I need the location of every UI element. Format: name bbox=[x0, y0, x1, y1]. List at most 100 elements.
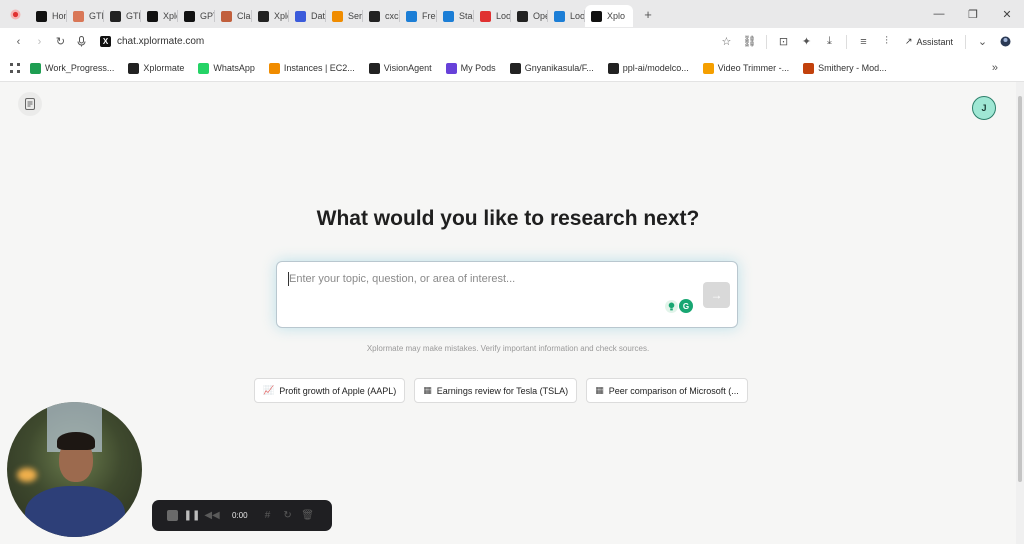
close-icon[interactable]: ✕ bbox=[990, 8, 1024, 21]
bookmark-item[interactable]: My Pods bbox=[445, 62, 496, 74]
browser-tab[interactable]: Clau bbox=[215, 5, 252, 27]
reading-list-icon[interactable]: ≡ bbox=[853, 31, 874, 52]
reload-icon[interactable]: ↻ bbox=[50, 31, 71, 52]
github-icon bbox=[369, 10, 380, 22]
stop-icon[interactable] bbox=[166, 510, 178, 522]
bookmarks-overflow-icon[interactable]: » bbox=[992, 62, 998, 74]
lightbulb-icon[interactable] bbox=[665, 300, 678, 313]
browser-tab[interactable]: Data bbox=[289, 5, 326, 27]
bookmark-item[interactable]: ppl-ai/modelco... bbox=[607, 62, 689, 74]
github-icon bbox=[509, 62, 521, 74]
tab-strip: Hom GTM GTM Xplo GPT Clau Xplo Data Serv cxcs Free… bbox=[0, 0, 1024, 28]
openai-icon bbox=[517, 10, 528, 22]
audio-wave-icon[interactable]: ⫶ bbox=[876, 31, 897, 52]
page-scrollbar[interactable] bbox=[1016, 82, 1024, 544]
bookmark-item[interactable]: Gnyanikasula/F... bbox=[509, 62, 594, 74]
suggestion-chip[interactable]: ▦ Peer comparison of Microsoft (... bbox=[586, 378, 748, 403]
bookmark-item[interactable]: Xplormate bbox=[128, 62, 184, 74]
browser-tab[interactable]: Loon bbox=[548, 5, 585, 27]
extensions-icon[interactable]: ✦ bbox=[796, 31, 817, 52]
table-icon: ▦ bbox=[423, 385, 432, 395]
browser-tab-label: Free bbox=[422, 11, 437, 21]
url-bar[interactable]: X chat.xplormate.com bbox=[100, 31, 740, 53]
browser-tab[interactable]: Xplo bbox=[141, 5, 178, 27]
download-icon[interactable]: ⤓ bbox=[819, 31, 840, 52]
assistant-button[interactable]: ↗ Assistant bbox=[899, 36, 959, 47]
claude-icon bbox=[221, 10, 232, 22]
minimize-icon[interactable]: — bbox=[922, 8, 956, 20]
gear-icon bbox=[406, 10, 417, 22]
bookmark-label: My Pods bbox=[460, 63, 496, 73]
site-favicon-icon: X bbox=[100, 36, 111, 47]
browser-tab-label: Data bbox=[311, 11, 326, 21]
suggestion-chip[interactable]: ▦ Earnings review for Tesla (TSLA) bbox=[414, 378, 578, 403]
bookmark-item[interactable]: VisionAgent bbox=[368, 62, 432, 74]
browser-tab-label: GPT bbox=[200, 11, 215, 21]
browser-tab[interactable]: Hom bbox=[30, 5, 67, 27]
window-controls: — ❐ ✕ bbox=[922, 0, 1024, 28]
bookmark-label: Video Trimmer -... bbox=[717, 63, 790, 73]
send-button[interactable]: → bbox=[703, 282, 730, 308]
forward-icon[interactable]: › bbox=[29, 31, 50, 52]
rewind-icon[interactable]: ◀◀ bbox=[204, 510, 219, 522]
browser-tab-label: GTM bbox=[89, 11, 104, 21]
chart-icon: 📈 bbox=[263, 385, 275, 395]
chevron-down-icon[interactable]: ⌄ bbox=[972, 31, 993, 52]
browser-tab[interactable]: cxcs bbox=[363, 5, 400, 27]
browser-menu-icon[interactable] bbox=[0, 0, 30, 28]
pause-icon[interactable]: ❚❚ bbox=[184, 510, 201, 522]
browser-tab[interactable]: Xplo bbox=[252, 5, 289, 27]
browser-tab-label: Xplo bbox=[163, 11, 178, 21]
suggestion-chip[interactable]: 📈 Profit growth of Apple (AAPL) bbox=[254, 378, 406, 403]
bookmark-item[interactable]: WhatsApp bbox=[198, 62, 255, 74]
microphone-icon[interactable] bbox=[71, 31, 92, 52]
bookmark-item[interactable]: Video Trimmer -... bbox=[702, 62, 790, 74]
research-input[interactable]: Enter your topic, question, or area of i… bbox=[276, 261, 738, 328]
browser-tab[interactable]: GTM bbox=[104, 5, 141, 27]
back-icon[interactable]: ‹ bbox=[8, 31, 29, 52]
trash-icon[interactable]: 🗑 bbox=[301, 510, 314, 522]
browser-tab-label: Hom bbox=[52, 11, 67, 21]
suggestion-label: Earnings review for Tesla (TSLA) bbox=[436, 385, 569, 396]
github-icon bbox=[258, 10, 269, 22]
url-text[interactable]: chat.xplormate.com bbox=[117, 36, 204, 47]
restart-icon[interactable]: ↻ bbox=[282, 510, 294, 522]
restore-icon[interactable]: ❐ bbox=[956, 8, 990, 21]
document-icon[interactable] bbox=[18, 92, 42, 116]
apps-grid-icon[interactable] bbox=[10, 63, 20, 73]
browser-tab-label: Clau bbox=[237, 11, 252, 21]
bookmark-item[interactable]: Work_Progress... bbox=[30, 62, 114, 74]
browser-tab-label: cxcs bbox=[385, 11, 400, 21]
x-logo-icon bbox=[36, 10, 47, 22]
grid-icon[interactable]: # bbox=[262, 510, 274, 522]
toolbar-divider bbox=[845, 34, 847, 49]
browser-tab-label: Xplo bbox=[607, 11, 626, 21]
browser-tab[interactable]: Loon bbox=[474, 5, 511, 27]
research-input-placeholder[interactable]: Enter your topic, question, or area of i… bbox=[289, 273, 515, 285]
gear-icon bbox=[443, 10, 454, 22]
browser-tab[interactable]: Start bbox=[437, 5, 474, 27]
sheets-icon bbox=[30, 62, 41, 74]
bookmark-label: Gnyanikasula/F... bbox=[524, 63, 594, 73]
browser-tools: ☆ ⛓ ⊡ ✦ ⤓ ≡ ⫶ ↗ Assistant ⌄ bbox=[716, 28, 1016, 55]
screenshot-icon[interactable]: ⊡ bbox=[773, 31, 794, 52]
bookmark-item[interactable]: Instances | EC2... bbox=[268, 62, 355, 74]
avatar[interactable]: J bbox=[972, 96, 996, 120]
browser-tab[interactable]: GTM bbox=[67, 5, 104, 27]
new-tab-button[interactable]: + bbox=[637, 7, 659, 22]
profile-icon[interactable] bbox=[995, 31, 1016, 52]
browser-tab[interactable]: Ope bbox=[511, 5, 548, 27]
browser-tab[interactable]: GPT bbox=[178, 5, 215, 27]
bookmark-star-icon[interactable]: ☆ bbox=[716, 31, 737, 52]
browser-tab[interactable]: Xplo bbox=[585, 5, 633, 27]
browser-tab[interactable]: Serv bbox=[326, 5, 363, 27]
scrollbar-thumb[interactable] bbox=[1018, 96, 1022, 482]
webcam-person-hair bbox=[57, 432, 95, 450]
aws-icon bbox=[268, 62, 280, 74]
link-icon[interactable]: ⛓ bbox=[739, 31, 760, 52]
browser-tab[interactable]: Free bbox=[400, 5, 437, 27]
bookmark-label: VisionAgent bbox=[383, 63, 432, 73]
assistant-label: Assistant bbox=[916, 36, 953, 47]
bookmark-item[interactable]: Smithery - Mod... bbox=[803, 62, 887, 74]
grammarly-icon[interactable]: G bbox=[679, 299, 693, 313]
